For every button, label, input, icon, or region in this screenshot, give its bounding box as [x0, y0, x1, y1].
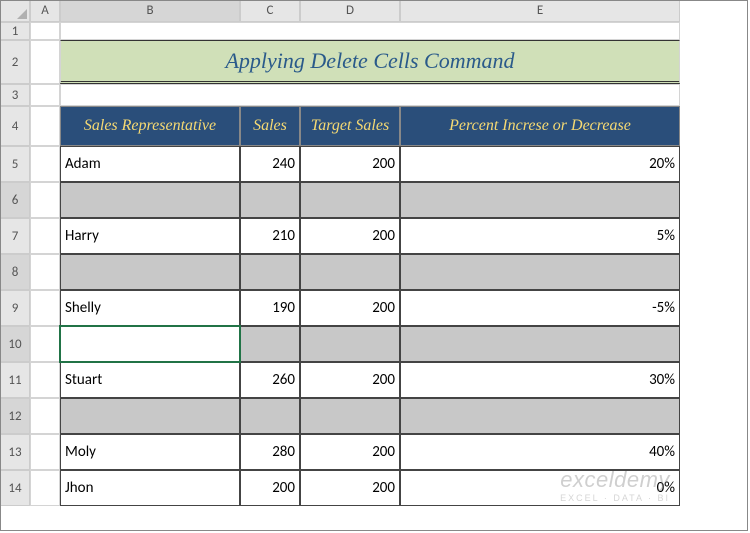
cell-D12[interactable] [300, 398, 400, 434]
cell-D13[interactable]: 200 [300, 434, 400, 470]
cell-B11[interactable]: Stuart [60, 362, 240, 398]
cell-B12[interactable] [60, 398, 240, 434]
cell-B13[interactable]: Moly [60, 434, 240, 470]
title-cell[interactable]: Applying Delete Cells Command [60, 40, 680, 84]
col-header-C[interactable]: C [240, 0, 300, 22]
header-rep[interactable]: Sales Representative [60, 106, 240, 146]
cell-B1E1[interactable] [60, 22, 680, 40]
cell-A2[interactable] [30, 40, 60, 84]
row-header-11[interactable]: 11 [0, 362, 30, 398]
cell-E6[interactable] [400, 182, 680, 218]
cell-D10[interactable] [300, 326, 400, 362]
cell-B7[interactable]: Harry [60, 218, 240, 254]
cell-B6[interactable] [60, 182, 240, 218]
col-header-A[interactable]: A [30, 0, 60, 22]
cell-A10[interactable] [30, 326, 60, 362]
row-header-4[interactable]: 4 [0, 106, 30, 146]
cell-E13[interactable]: 40% [400, 434, 680, 470]
cell-E11[interactable]: 30% [400, 362, 680, 398]
cell-B8[interactable] [60, 254, 240, 290]
row-header-2[interactable]: 2 [0, 40, 30, 84]
cell-C9[interactable]: 190 [240, 290, 300, 326]
row-header-6[interactable]: 6 [0, 182, 30, 218]
cell-D9[interactable]: 200 [300, 290, 400, 326]
cell-A5[interactable] [30, 146, 60, 182]
select-all-corner[interactable] [0, 0, 30, 22]
cell-C7[interactable]: 210 [240, 218, 300, 254]
row-header-9[interactable]: 9 [0, 290, 30, 326]
cell-B9[interactable]: Shelly [60, 290, 240, 326]
cell-E5[interactable]: 20% [400, 146, 680, 182]
cell-C11[interactable]: 260 [240, 362, 300, 398]
cell-A11[interactable] [30, 362, 60, 398]
cell-C10[interactable] [240, 326, 300, 362]
spreadsheet-grid[interactable]: A B C D E 1 2 Applying Delete Cells Comm… [0, 0, 750, 506]
cell-A8[interactable] [30, 254, 60, 290]
cell-E14[interactable]: 0% [400, 470, 680, 506]
cell-E12[interactable] [400, 398, 680, 434]
row-header-10[interactable]: 10 [0, 326, 30, 362]
row-header-14[interactable]: 14 [0, 470, 30, 506]
cell-E7[interactable]: 5% [400, 218, 680, 254]
cell-A14[interactable] [30, 470, 60, 506]
row-header-1[interactable]: 1 [0, 22, 30, 40]
cell-A4[interactable] [30, 106, 60, 146]
row-header-8[interactable]: 8 [0, 254, 30, 290]
cell-A6[interactable] [30, 182, 60, 218]
cell-D8[interactable] [300, 254, 400, 290]
row-header-5[interactable]: 5 [0, 146, 30, 182]
row-header-3[interactable]: 3 [0, 84, 30, 106]
cell-E8[interactable] [400, 254, 680, 290]
row-header-12[interactable]: 12 [0, 398, 30, 434]
cell-D11[interactable]: 200 [300, 362, 400, 398]
row-header-13[interactable]: 13 [0, 434, 30, 470]
header-target[interactable]: Target Sales [300, 106, 400, 146]
cell-C13[interactable]: 280 [240, 434, 300, 470]
cell-B5[interactable]: Adam [60, 146, 240, 182]
cell-D7[interactable]: 200 [300, 218, 400, 254]
cell-C14[interactable]: 200 [240, 470, 300, 506]
cell-A9[interactable] [30, 290, 60, 326]
cell-D14[interactable]: 200 [300, 470, 400, 506]
header-pct[interactable]: Percent Increse or Decrease [400, 106, 680, 146]
cell-B10[interactable] [60, 326, 240, 362]
cell-E10[interactable] [400, 326, 680, 362]
cell-D5[interactable]: 200 [300, 146, 400, 182]
col-header-B[interactable]: B [60, 0, 240, 22]
col-header-D[interactable]: D [300, 0, 400, 22]
cell-A13[interactable] [30, 434, 60, 470]
cell-A12[interactable] [30, 398, 60, 434]
cell-A1[interactable] [30, 22, 60, 40]
cell-C8[interactable] [240, 254, 300, 290]
cell-A3[interactable] [30, 84, 60, 106]
cell-C12[interactable] [240, 398, 300, 434]
cell-C5[interactable]: 240 [240, 146, 300, 182]
cell-E9[interactable]: -5% [400, 290, 680, 326]
cell-C6[interactable] [240, 182, 300, 218]
cell-B14[interactable]: Jhon [60, 470, 240, 506]
header-sales[interactable]: Sales [240, 106, 300, 146]
col-header-E[interactable]: E [400, 0, 680, 22]
cell-A7[interactable] [30, 218, 60, 254]
cell-D6[interactable] [300, 182, 400, 218]
cell-B3E3[interactable] [60, 84, 680, 106]
row-header-7[interactable]: 7 [0, 218, 30, 254]
